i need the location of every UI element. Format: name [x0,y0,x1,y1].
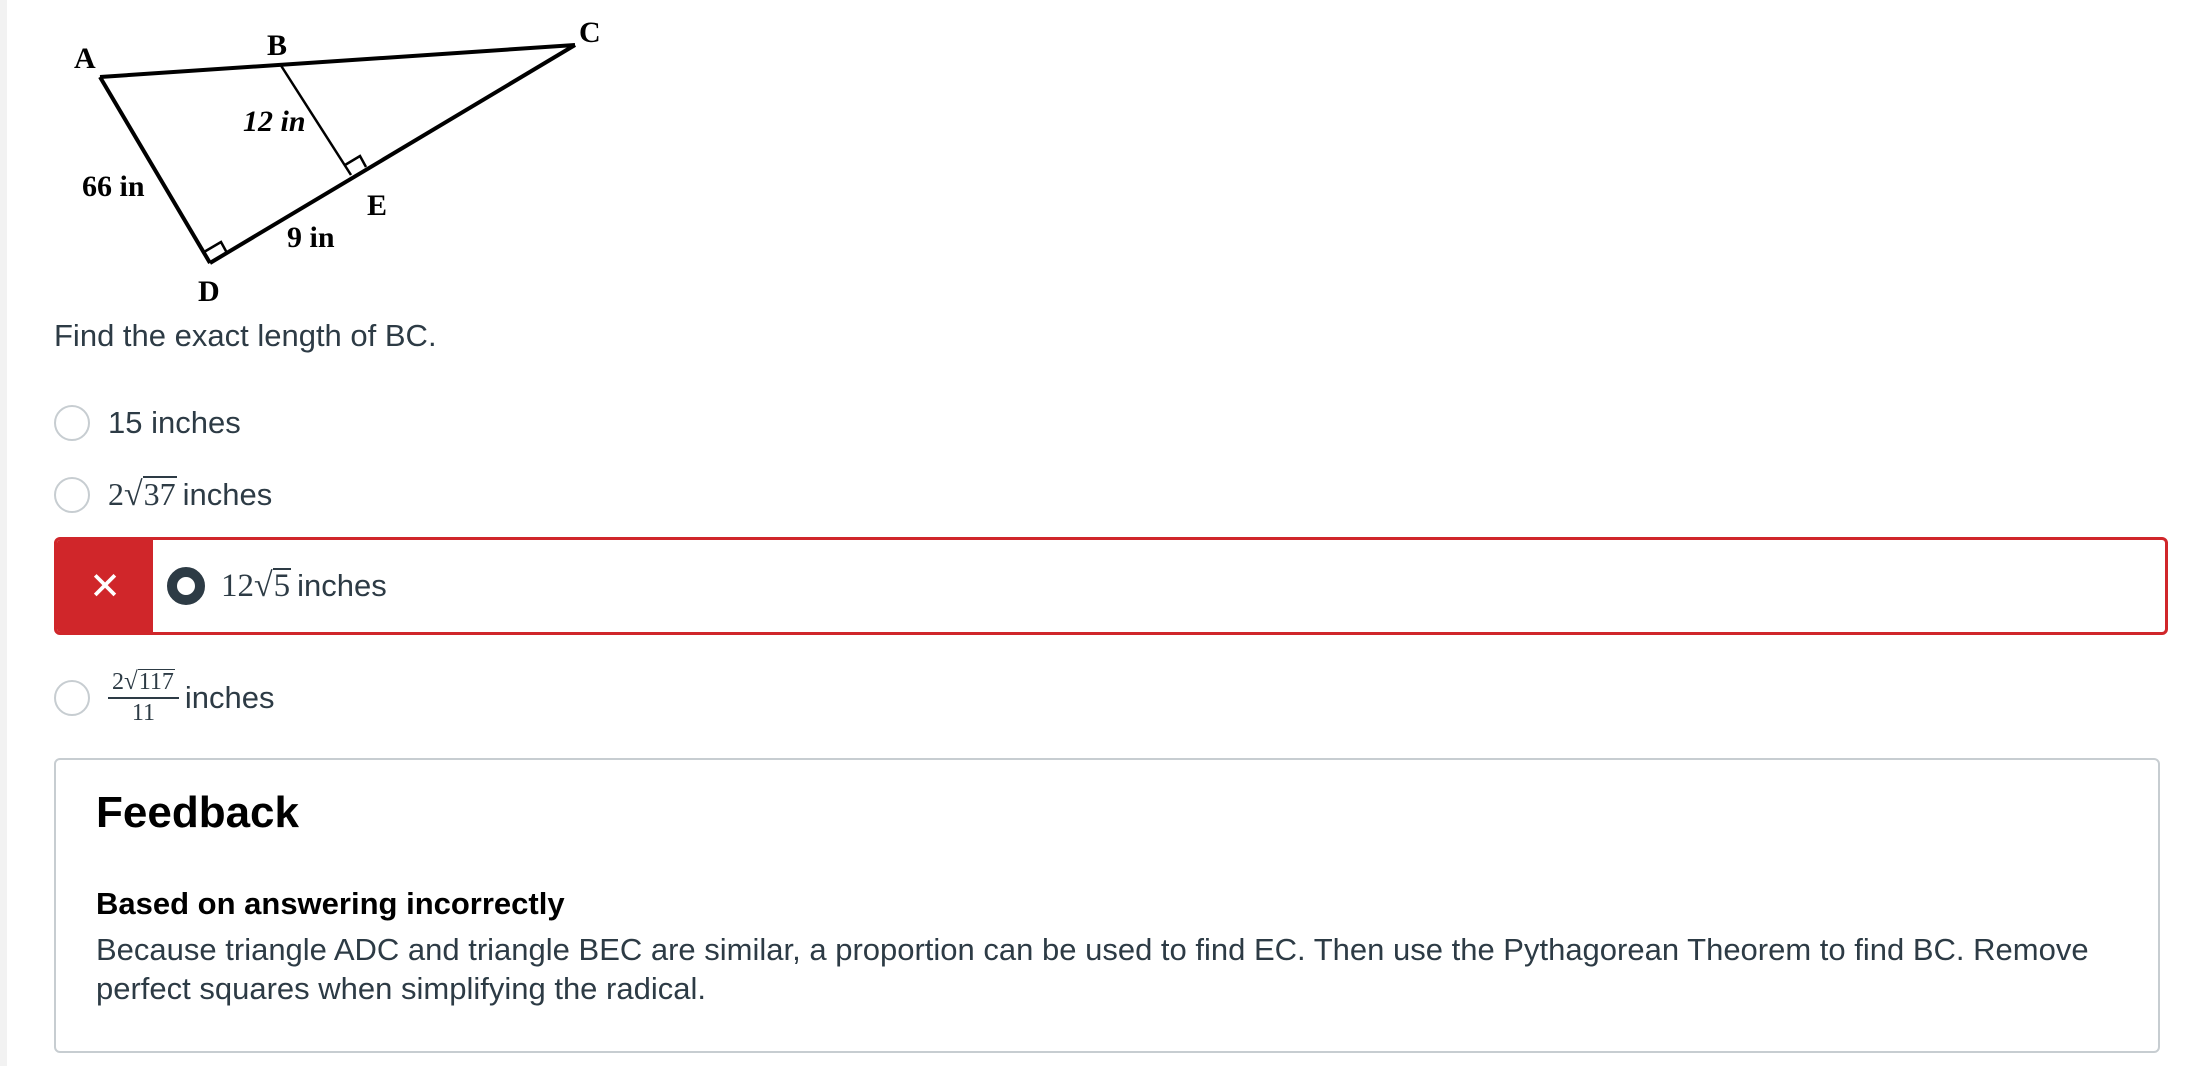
length-label-ad: 66 in [82,170,145,203]
answer-option-4[interactable]: 2 √ 117 11 inches [54,668,275,727]
radical-sign-icon: √ [124,668,138,695]
fraction-numerator: 2 √ 117 [108,668,179,700]
radio-button[interactable] [54,405,90,441]
math-coefficient: 2 [108,476,124,512]
fraction: 2 √ 117 11 [108,668,179,727]
answer-option-unit: inches [182,477,273,512]
radio-button[interactable] [54,679,90,716]
radicand: 5 [272,568,292,604]
segment-ac [99,43,576,79]
radio-button[interactable] [54,477,90,513]
answer-option-2[interactable]: 2 √ 37 inches [54,476,272,514]
answer-option-3-selected[interactable]: ✕ 12 √ 5 inches [54,537,2168,635]
left-rail [0,0,7,1066]
square-root: √ 5 [254,567,292,605]
vertex-label-c: C [579,16,601,49]
answer-option-math: 2 √ 37 [108,476,177,514]
vertex-label-d: D [198,275,220,308]
geometry-figure: A B C D E 66 in 12 in 9 in [60,0,660,312]
vertex-label-a: A [74,42,96,75]
radicand: 117 [137,669,175,695]
feedback-body: Because triangle ADC and triangle BEC ar… [96,932,2089,1006]
right-angle-d [203,240,229,254]
triangle-diagram: A B C D E 66 in 12 in 9 in [74,16,601,308]
radical-sign-icon: √ [124,476,143,513]
answer-option-math: 12 √ 5 [221,567,292,605]
radicand: 37 [142,476,177,512]
radical-sign-icon: √ [254,567,273,604]
answer-option-unit: inches [297,568,387,603]
feedback-title: Feedback [96,788,299,837]
answer-option-1[interactable]: 15 inches [54,405,241,441]
fraction-denominator: 11 [131,700,155,727]
square-root: √ 37 [124,476,177,514]
math-coefficient: 2 [112,669,124,695]
length-label-be: 12 in [243,105,306,138]
math-coefficient: 12 [221,568,254,604]
radio-button-selected[interactable] [167,567,205,605]
vertex-label-b: B [267,29,287,62]
question-text: Find the exact length of BC. [54,318,437,353]
right-angle-e [344,154,368,168]
answer-option-unit: inches [184,679,275,715]
answer-option-label: 15 inches [108,405,241,440]
feedback-subtitle: Based on answering incorrectly [96,886,565,921]
incorrect-indicator: ✕ [57,540,153,632]
segment-cd [208,43,577,265]
close-icon: ✕ [89,564,121,608]
length-label-de: 9 in [287,221,335,254]
feedback-panel: Feedback Based on answering incorrectly … [54,758,2160,1053]
vertex-label-e: E [367,189,387,222]
